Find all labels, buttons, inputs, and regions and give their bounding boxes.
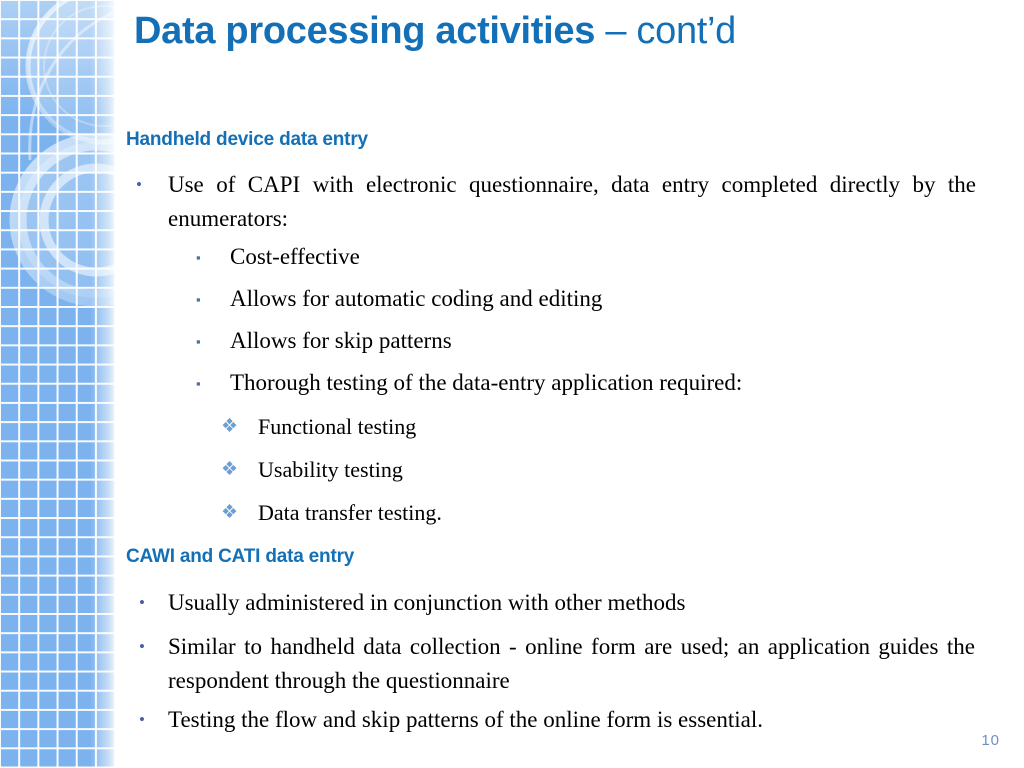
bullet-item: ❖ Functional testing — [221, 410, 941, 443]
bullet-text: Data transfer testing. — [258, 500, 442, 525]
bullet-text: Allows for automatic coding and editing — [230, 286, 603, 311]
bullet-marker-dot: • — [136, 175, 142, 194]
section-heading-cawi-cati: CAWI and CATI data entry — [126, 546, 355, 567]
slide-body: Handheld device data entry • Use of CAPI… — [0, 0, 1024, 768]
section-heading-handheld: Handheld device data entry — [126, 129, 368, 150]
bullet-item: • Usually administered in conjunction wi… — [139, 586, 979, 620]
bullet-text: Use of CAPI with electronic questionnair… — [168, 172, 976, 231]
bullet-text: Similar to handheld data collection - on… — [168, 634, 975, 693]
bullet-marker-diamond: ❖ — [221, 502, 239, 523]
bullet-text: Functional testing — [258, 414, 417, 439]
bullet-item: • Similar to handheld data collection - … — [139, 630, 975, 698]
bullet-item: ❖ Data transfer testing. — [221, 496, 941, 529]
bullet-text: Testing the flow and skip patterns of th… — [168, 707, 763, 732]
bullet-marker-square: ▪ — [196, 292, 201, 307]
bullet-item: ❖ Usability testing — [221, 453, 941, 486]
bullet-item: ▪ Cost-effective — [196, 240, 956, 274]
page-number: 10 — [981, 732, 1000, 749]
bullet-item: ▪ Thorough testing of the data-entry app… — [196, 366, 956, 400]
bullet-marker-diamond: ❖ — [221, 459, 239, 480]
bullet-item: • Testing the flow and skip patterns of … — [139, 703, 979, 737]
bullet-text: Cost-effective — [230, 244, 360, 269]
bullet-text: Usability testing — [258, 457, 403, 482]
bullet-text: Allows for skip patterns — [230, 328, 452, 353]
bullet-item: ▪ Allows for skip patterns — [196, 324, 956, 358]
bullet-marker-square: ▪ — [196, 250, 201, 265]
bullet-marker-square: ▪ — [196, 376, 201, 391]
bullet-item: • Use of CAPI with electronic questionna… — [136, 168, 976, 236]
bullet-marker-square: ▪ — [196, 334, 201, 349]
bullet-marker-dot: • — [139, 593, 145, 612]
bullet-marker-dot: • — [139, 710, 145, 729]
bullet-text: Usually administered in conjunction with… — [168, 590, 686, 615]
bullet-marker-diamond: ❖ — [221, 416, 239, 437]
bullet-item: ▪ Allows for automatic coding and editin… — [196, 282, 956, 316]
bullet-text: Thorough testing of the data-entry appli… — [230, 370, 743, 395]
bullet-marker-dot: • — [139, 637, 145, 656]
